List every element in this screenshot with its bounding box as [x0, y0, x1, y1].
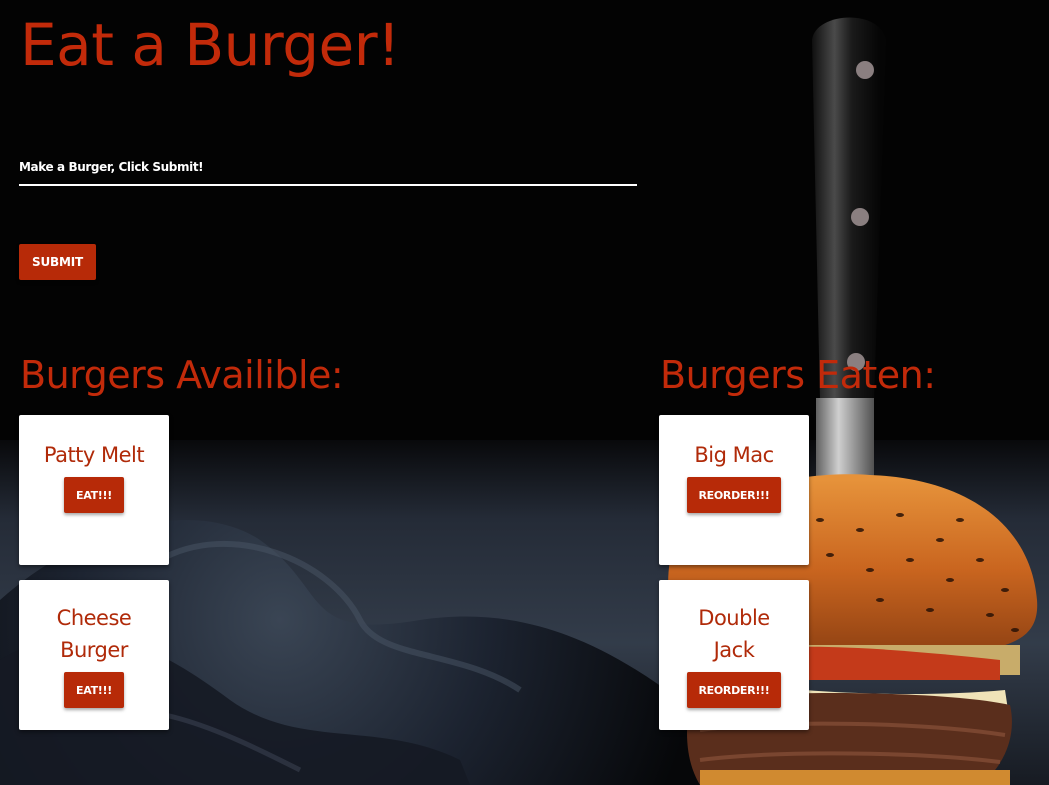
submit-button[interactable]: SUBMIT	[19, 244, 96, 280]
reorder-button[interactable]: REORDER!!!	[686, 477, 782, 513]
burgers-available-heading: Burgers Availible:	[20, 353, 344, 397]
burger-name: Double Jack	[698, 606, 770, 662]
eaten-burger-card: Big Mac REORDER!!!	[659, 415, 809, 565]
page-title: Eat a Burger!	[20, 11, 400, 79]
burger-form	[19, 156, 637, 186]
eat-button[interactable]: EAT!!!	[64, 477, 124, 513]
available-burger-card: Cheese Burger EAT!!!	[19, 580, 169, 730]
eaten-burger-card: Double Jack REORDER!!!	[659, 580, 809, 730]
eat-button[interactable]: EAT!!!	[64, 672, 124, 708]
available-burger-card: Patty Melt EAT!!!	[19, 415, 169, 565]
burgers-eaten-heading: Burgers Eaten:	[660, 353, 936, 397]
burger-name: Big Mac	[694, 443, 774, 467]
burger-name: Cheese Burger	[56, 606, 132, 662]
burger-name: Patty Melt	[43, 443, 145, 467]
reorder-button[interactable]: REORDER!!!	[686, 672, 782, 708]
burger-name-input[interactable]	[19, 156, 637, 186]
